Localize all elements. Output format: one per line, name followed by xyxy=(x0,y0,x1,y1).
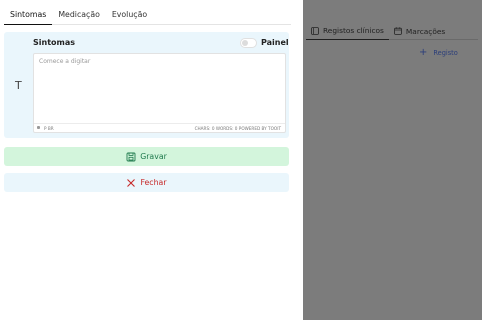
section-letter: T xyxy=(15,79,22,92)
close-button-label: Fechar xyxy=(140,178,167,187)
symptoms-editor[interactable]: Comece a digitar P BR CHARS: 0 WORDS: 0 … xyxy=(33,53,286,133)
tab-evolucao[interactable]: Evolução xyxy=(106,6,153,25)
calendar-icon xyxy=(394,27,402,35)
form-tabs: Sintomas Medicação Evolução xyxy=(4,6,291,25)
tab-sintomas[interactable]: Sintomas xyxy=(4,6,53,25)
tab-registos-label: Registos clínicos xyxy=(323,26,384,35)
close-icon xyxy=(126,178,136,188)
symptoms-card: T Sintomas Painel Comece a digitar P BR … xyxy=(4,32,289,138)
editor-placeholder: Comece a digitar xyxy=(39,58,91,65)
save-button[interactable]: Gravar xyxy=(4,147,289,166)
floppy-disk-icon xyxy=(126,152,136,162)
element-path-icon xyxy=(37,126,40,129)
tab-medicacao[interactable]: Medicação xyxy=(52,6,106,25)
close-button[interactable]: Fechar xyxy=(4,173,289,192)
editor-statusbar: P BR CHARS: 0 WORDS: 0 POWERED BY TOOIT xyxy=(34,123,285,132)
add-registo-button[interactable]: + Registo xyxy=(419,48,458,58)
tab-marcacoes[interactable]: Marcações xyxy=(389,22,450,40)
clinical-records-icon xyxy=(311,26,319,35)
panel-toggle[interactable] xyxy=(240,38,257,48)
editor-word-count: CHARS: 0 WORDS: 0 POWERED BY TOOIT xyxy=(194,125,281,131)
tab-marcacoes-label: Marcações xyxy=(405,26,446,36)
tab-registos-clinicos[interactable]: Registos clínicos xyxy=(306,22,389,40)
side-panel-overlay[interactable]: Registos clínicos Marcações + Registo xyxy=(303,0,482,320)
consultation-form-panel: Sintomas Medicação Evolução T Sintomas P… xyxy=(0,0,303,320)
symptoms-title: Sintomas xyxy=(33,38,76,47)
panel-toggle-label: Painel xyxy=(261,38,289,47)
editor-element-path[interactable]: P BR xyxy=(44,126,54,131)
add-registo-label: Registo xyxy=(433,49,458,57)
side-panel-tabs: Registos clínicos Marcações xyxy=(306,22,478,40)
plus-icon: + xyxy=(419,47,428,58)
save-button-label: Gravar xyxy=(140,152,167,161)
